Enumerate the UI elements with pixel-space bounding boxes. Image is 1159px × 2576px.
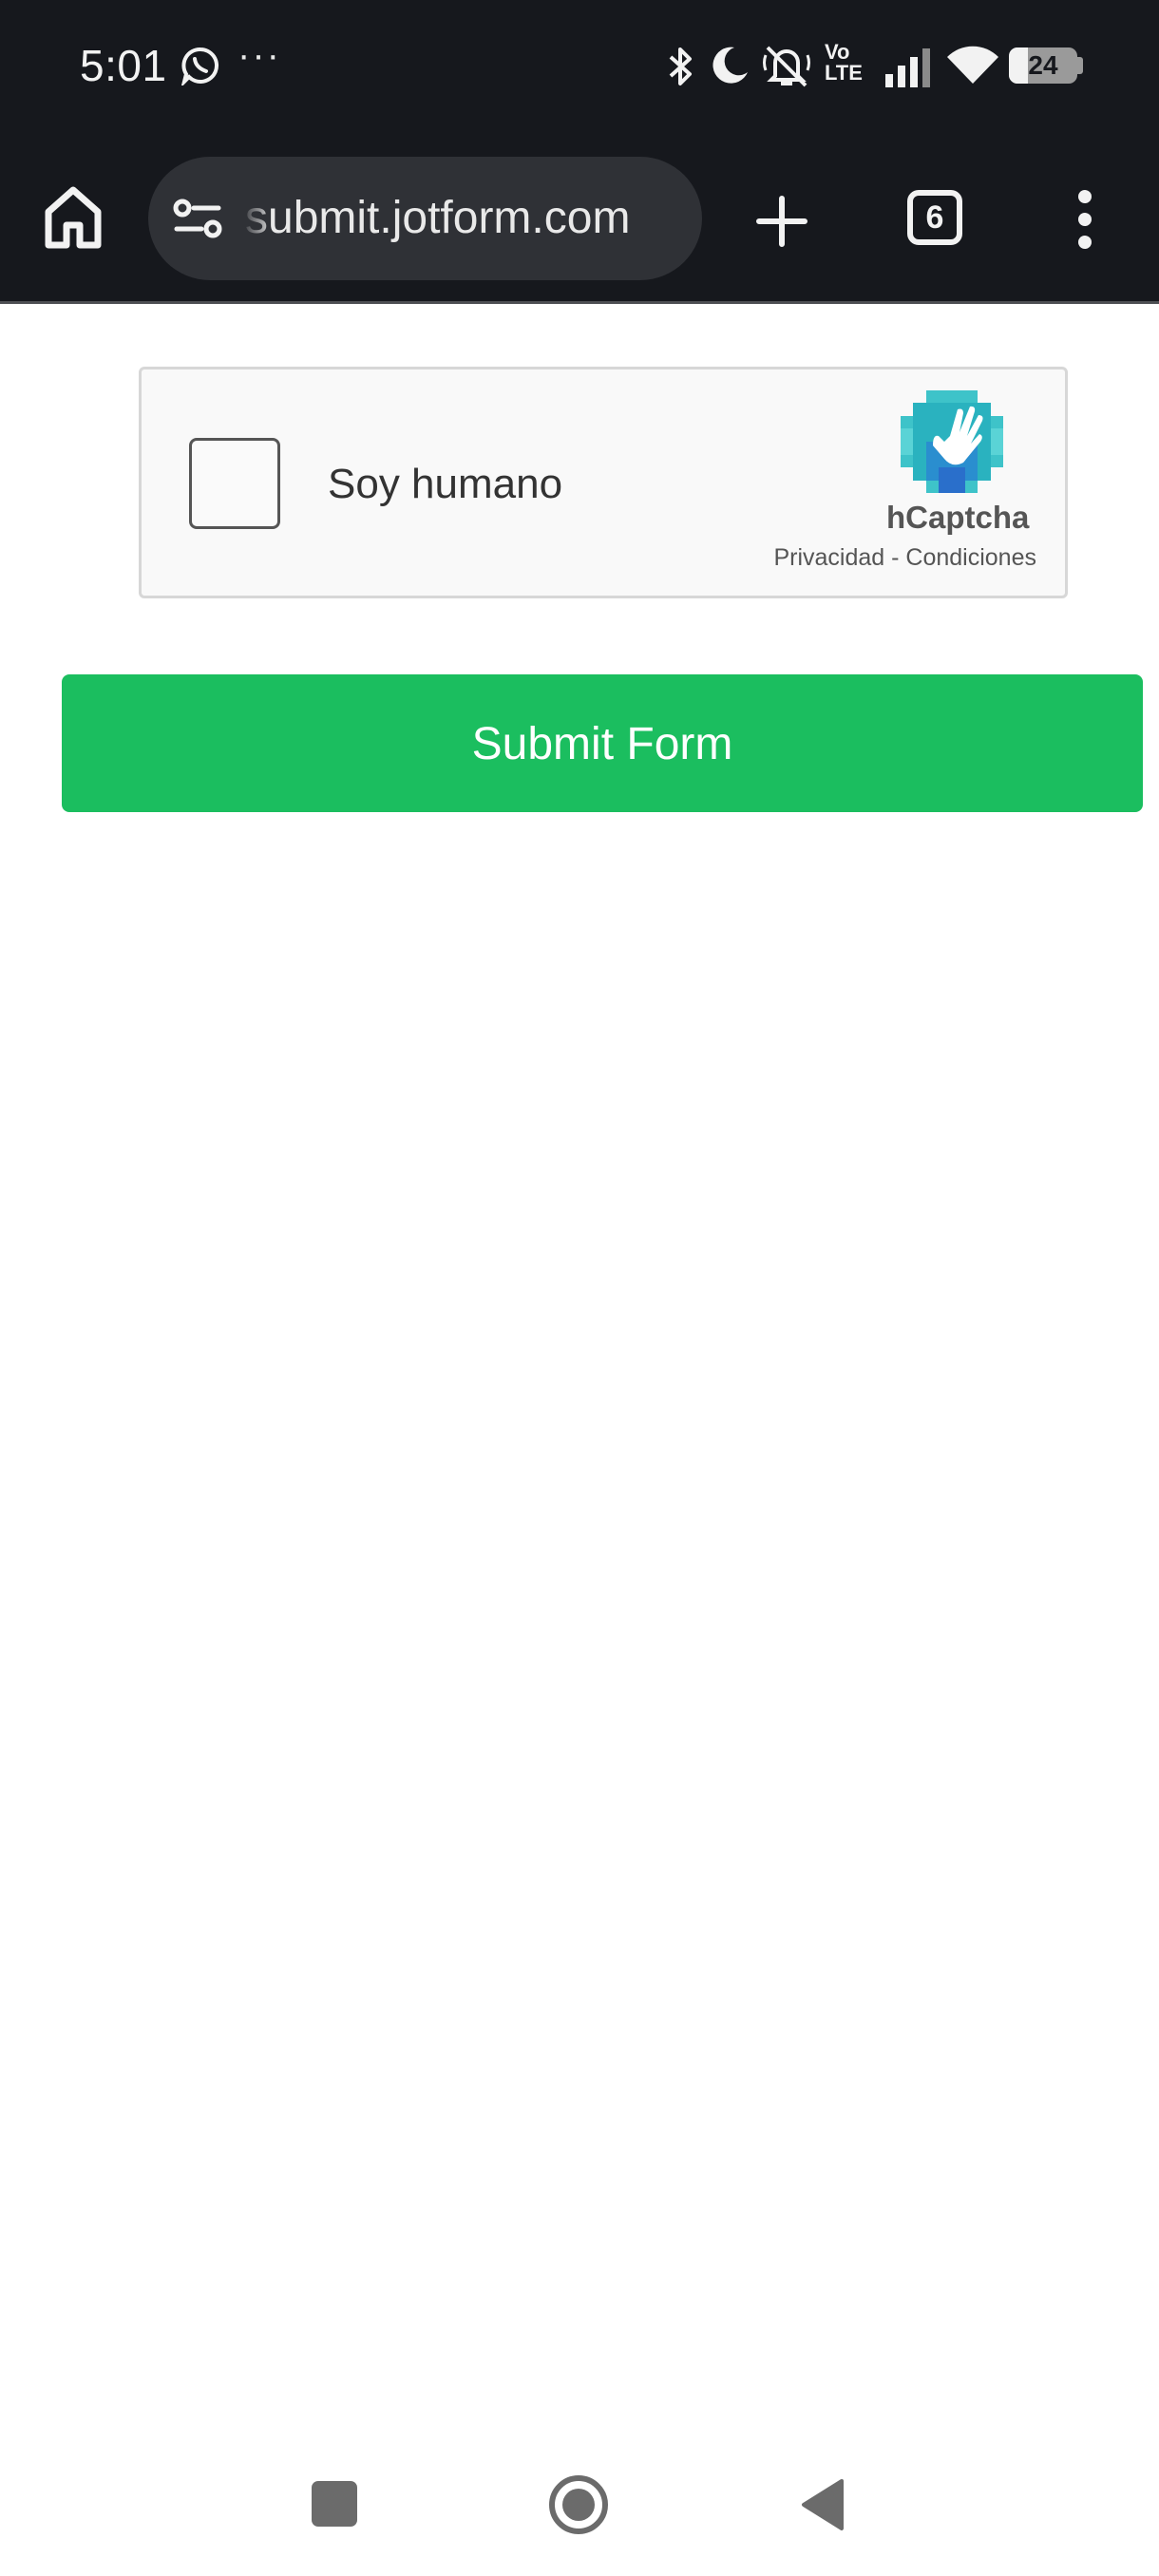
home-icon[interactable]: [44, 185, 103, 250]
bell-off-icon: [763, 46, 810, 87]
privacy-terms-links[interactable]: Privacidad - Condiciones: [773, 544, 1036, 572]
signal-icon: [885, 48, 930, 87]
captcha-label: Soy humano: [328, 461, 563, 507]
recents-square-icon[interactable]: [312, 2481, 357, 2527]
whatsapp-icon: [180, 47, 219, 85]
status-more-indicator: ···: [238, 34, 281, 76]
tab-switcher-icon[interactable]: 6: [907, 190, 962, 245]
site-settings-icon[interactable]: [173, 197, 222, 240]
url-text[interactable]: submit.jotform.com: [240, 188, 630, 249]
battery-tip: [1077, 57, 1083, 74]
hcaptcha-brand: hCaptcha: [886, 500, 1030, 535]
new-tab-icon[interactable]: [755, 195, 808, 248]
submit-form-button[interactable]: Submit Form: [62, 674, 1143, 812]
status-time: 5:01: [80, 41, 167, 90]
bluetooth-icon: [669, 47, 692, 85]
hcaptcha-logo-icon: [901, 390, 1003, 493]
battery-level: 24: [1028, 50, 1058, 80]
volte-icon: Vo LTE: [825, 40, 863, 85]
status-bar: 5:01 ··· Vo LTE 24: [0, 0, 1159, 138]
wifi-icon: [947, 46, 998, 84]
browser-toolbar: submit.jotform.com 6: [0, 138, 1159, 304]
back-triangle-icon[interactable]: [800, 2477, 846, 2532]
home-circle-icon[interactable]: [547, 2473, 610, 2536]
address-bar[interactable]: submit.jotform.com: [148, 157, 702, 280]
battery-icon: 24: [1009, 47, 1077, 84]
menu-icon[interactable]: [1075, 189, 1094, 250]
captcha-checkbox[interactable]: [189, 438, 280, 529]
hcaptcha-widget: Soy humano hCaptcha Privacidad - Condici…: [139, 367, 1068, 598]
moon-icon: [712, 47, 748, 84]
